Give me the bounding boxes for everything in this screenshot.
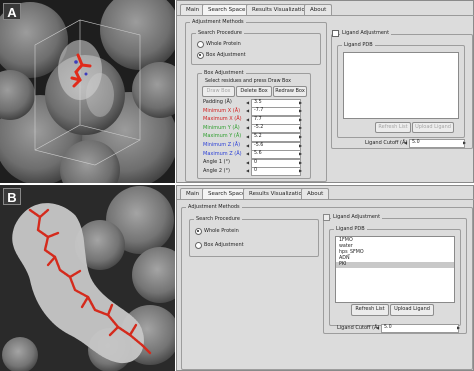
ligand-adjustment-label: Ligand Adjustment bbox=[340, 30, 392, 36]
decrease-icon[interactable]: ◀ bbox=[245, 159, 250, 166]
box-adjustment-title: Box Adjustment bbox=[202, 70, 246, 76]
param-spinner[interactable]: ◀ 7.7 ▶ bbox=[245, 115, 305, 125]
search-procedure-group: Search Procedure bbox=[189, 216, 319, 257]
increase-icon[interactable]: ▶ bbox=[298, 167, 303, 174]
protein-surface-b bbox=[0, 185, 175, 371]
decrease-icon[interactable]: ◀ bbox=[245, 99, 250, 106]
list-item-selected[interactable]: PKI bbox=[336, 262, 454, 268]
param-label: Angle 1 (°) bbox=[203, 159, 230, 166]
adjustment-methods-title: Adjustment Methods bbox=[186, 204, 242, 210]
param-field[interactable]: 0 bbox=[251, 167, 301, 177]
search-procedure-group: Search Procedure bbox=[191, 30, 321, 65]
param-spinner[interactable]: ◀ -5.6 ▶ bbox=[245, 141, 305, 151]
param-label: Maximum Y (Å) bbox=[203, 133, 242, 140]
ligand-adjustment-checkbox[interactable] bbox=[332, 30, 339, 37]
decrease-icon[interactable]: ◀ bbox=[375, 324, 380, 331]
increase-icon[interactable]: ▶ bbox=[298, 150, 303, 157]
upload-ligand-button[interactable]: Upload Ligand bbox=[412, 122, 454, 133]
increase-icon[interactable]: ▶ bbox=[298, 142, 303, 149]
panel-label-a: A bbox=[3, 3, 21, 20]
panel-label-b: B bbox=[3, 188, 21, 205]
decrease-icon[interactable]: ◀ bbox=[245, 116, 250, 123]
decrease-icon[interactable]: ◀ bbox=[245, 124, 250, 131]
ligand-cutoff-spinner[interactable]: ◀ 5.0 ▶ bbox=[375, 324, 463, 333]
ligand-list[interactable] bbox=[343, 52, 459, 119]
ligand-cutoff-label: Ligand Cutoff (Å) bbox=[337, 325, 380, 331]
increase-icon[interactable]: ▶ bbox=[462, 139, 467, 146]
increase-icon[interactable]: ▶ bbox=[298, 116, 303, 123]
param-label: Padding (Å) bbox=[203, 99, 232, 105]
decrease-icon[interactable]: ◀ bbox=[245, 107, 250, 114]
autodock-window-a: Main Search Space Results Visualization … bbox=[176, 0, 474, 183]
ligand-cutoff-field[interactable]: 5.0 bbox=[381, 324, 459, 333]
redraw-box-button[interactable]: Redraw Box bbox=[273, 86, 307, 97]
ligand-pdb-title: Ligand PDB bbox=[342, 42, 375, 48]
decrease-icon[interactable]: ◀ bbox=[245, 167, 250, 174]
radio-box-adjustment-label: Box Adjustment bbox=[204, 242, 244, 248]
ligand-pdb-title: Ligand PDB bbox=[334, 226, 367, 232]
ligand-adjustment-checkbox[interactable] bbox=[323, 214, 330, 221]
upload-ligand-button[interactable]: Upload Ligand bbox=[390, 304, 434, 316]
refresh-list-button[interactable]: Refresh List bbox=[375, 122, 411, 133]
param-spinner[interactable]: ◀ 0 ▶ bbox=[245, 158, 305, 168]
param-label: Minimum Z (Å) bbox=[203, 142, 241, 148]
tab-divider bbox=[177, 15, 474, 16]
param-spinner[interactable]: ◀ -7.7 ▶ bbox=[245, 107, 305, 117]
radio-whole-protein-label: Whole Protein bbox=[204, 228, 239, 234]
select-residues-hint: Select residues and press Draw Box bbox=[205, 79, 291, 84]
param-spinner[interactable]: ◀ 5.2 ▶ bbox=[245, 132, 305, 142]
ligand-list[interactable]: 1FMO water hps_SFMO ADN PKI bbox=[335, 236, 455, 303]
param-spinner[interactable]: ◀ 5.6 ▶ bbox=[245, 150, 305, 160]
increase-icon[interactable]: ▶ bbox=[298, 133, 303, 140]
param-label: Minimum Y (Å) bbox=[203, 124, 240, 131]
search-procedure-title: Search Procedure bbox=[196, 30, 244, 36]
radio-box-adjustment[interactable] bbox=[195, 242, 202, 249]
ligand-adjustment-label: Ligand Adjustment bbox=[331, 214, 383, 220]
ligand-cutoff-label: Ligand Cutoff (Å) bbox=[365, 140, 408, 146]
refresh-list-button[interactable]: Refresh List bbox=[351, 304, 389, 316]
param-label: Angle 2 (°) bbox=[203, 167, 230, 174]
radio-whole-protein-label: Whole Protein bbox=[206, 41, 241, 47]
param-spinner[interactable]: ◀ 0 ▶ bbox=[245, 167, 305, 177]
increase-icon[interactable]: ▶ bbox=[298, 159, 303, 166]
autodock-window-b: Main Search Space Results Visualization … bbox=[176, 185, 474, 371]
protein-image-b bbox=[0, 185, 175, 371]
param-label: Maximum X (Å) bbox=[203, 116, 242, 123]
increase-icon[interactable]: ▶ bbox=[456, 324, 461, 331]
decrease-icon[interactable]: ◀ bbox=[245, 133, 250, 140]
param-label: Minimum X (Å) bbox=[203, 107, 241, 114]
decrease-icon[interactable]: ◀ bbox=[245, 150, 250, 157]
search-procedure-title: Search Procedure bbox=[194, 216, 242, 222]
ligand-cutoff-field[interactable]: 5.0 bbox=[409, 139, 465, 148]
ligand-cutoff-spinner[interactable]: ◀ 5.0 ▶ bbox=[403, 139, 469, 148]
increase-icon[interactable]: ▶ bbox=[298, 124, 303, 131]
param-spinner[interactable]: ◀ 3.5 ▶ bbox=[245, 98, 305, 108]
increase-icon[interactable]: ▶ bbox=[298, 107, 303, 114]
adjustment-methods-title: Adjustment Methods bbox=[190, 19, 246, 25]
protein-image-a bbox=[0, 0, 175, 183]
param-spinner[interactable]: ◀ -5.2 ▶ bbox=[245, 124, 305, 134]
radio-whole-protein[interactable] bbox=[195, 228, 202, 235]
radio-box-adjustment[interactable] bbox=[197, 52, 204, 59]
decrease-icon[interactable]: ◀ bbox=[245, 142, 250, 149]
decrease-icon[interactable]: ◀ bbox=[403, 139, 408, 146]
protein-surface-a bbox=[0, 0, 175, 183]
tab-divider bbox=[177, 199, 474, 200]
draw-box-button[interactable]: Draw Box bbox=[202, 86, 235, 97]
param-label: Maximum Z (Å) bbox=[203, 150, 242, 157]
radio-whole-protein[interactable] bbox=[197, 41, 204, 48]
increase-icon[interactable]: ▶ bbox=[298, 99, 303, 106]
delete-box-button[interactable]: Delete Box bbox=[236, 86, 272, 97]
radio-box-adjustment-label: Box Adjustment bbox=[206, 52, 246, 58]
